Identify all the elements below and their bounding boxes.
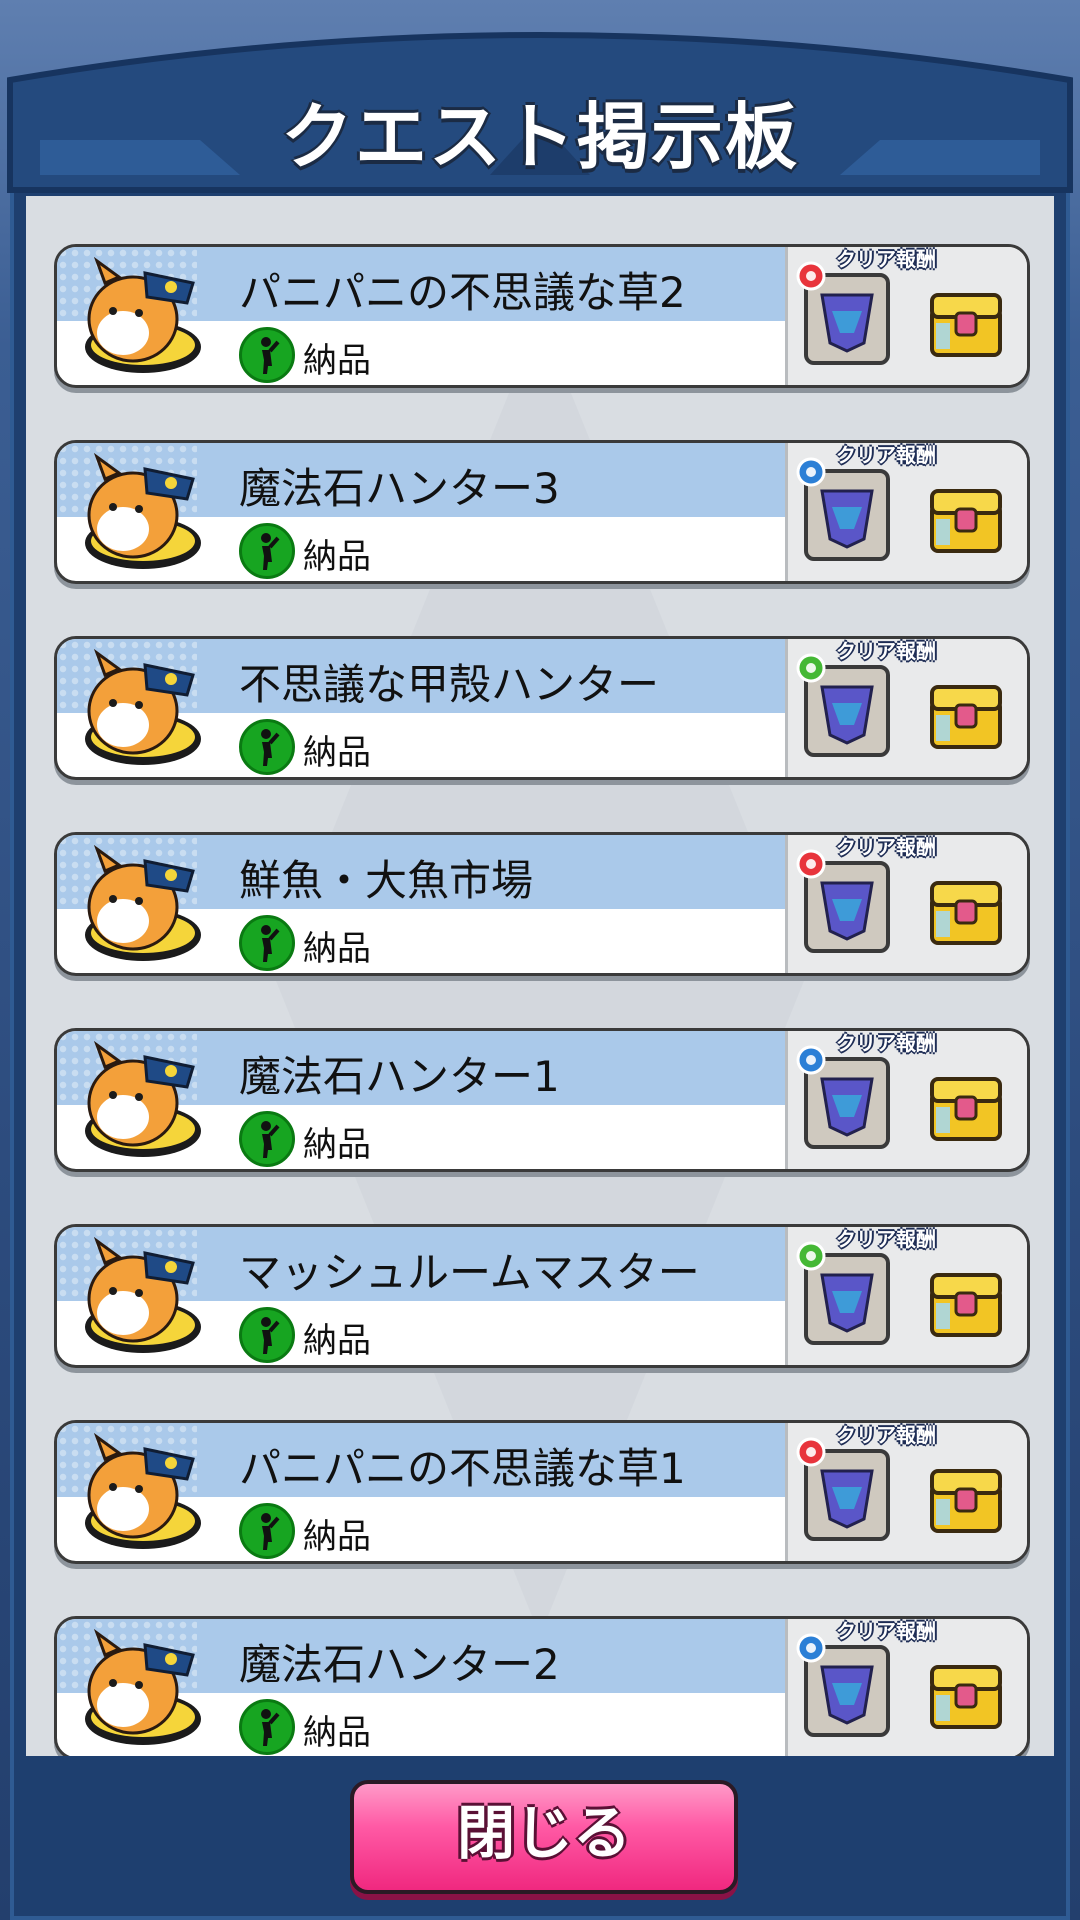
element-icon <box>796 1437 826 1467</box>
quest-name: 魔法石ハンター1 <box>239 1052 560 1101</box>
delivery-person-icon <box>239 523 295 579</box>
quest-name: 魔法石ハンター3 <box>239 464 560 513</box>
quest-giver-avatar-icon <box>85 1628 201 1745</box>
quest-name: パニパニの不思議な草1 <box>239 1444 686 1493</box>
treasure-chest-icon <box>930 881 1002 945</box>
reward-label: クリア報酬 <box>836 1031 936 1055</box>
quest-type-label: 納品 <box>303 929 371 969</box>
delivery-person-icon <box>239 1111 295 1167</box>
quest-list[interactable]: パニパニの不思議な草2 納品 クリア報酬 魔法石ハンター3 納品 クリア報酬 不… <box>26 196 1054 1756</box>
quest-giver-avatar-icon <box>85 844 201 961</box>
reward-panel: クリア報酬 <box>785 1619 1027 1756</box>
header: クエスト掲示板 <box>0 0 1080 200</box>
delivery-person-icon <box>239 719 295 775</box>
element-icon <box>796 1633 826 1663</box>
element-icon <box>796 261 826 291</box>
treasure-chest-icon <box>930 293 1002 357</box>
element-icon <box>796 849 826 879</box>
quest-card[interactable]: マッシュルームマスター 納品 クリア報酬 <box>54 1224 1030 1368</box>
quest-name: 不思議な甲殻ハンター <box>239 660 660 709</box>
element-icon <box>796 1045 826 1075</box>
delivery-person-icon <box>239 915 295 971</box>
quest-giver-avatar-icon <box>85 648 201 765</box>
quest-card[interactable]: 鮮魚・大魚市場 納品 クリア報酬 <box>54 832 1030 976</box>
treasure-chest-icon <box>930 685 1002 749</box>
quest-name: 魔法石ハンター2 <box>239 1640 560 1689</box>
quest-card[interactable]: 不思議な甲殻ハンター 納品 クリア報酬 <box>54 636 1030 780</box>
quest-giver-avatar-icon <box>85 1236 201 1353</box>
reward-panel: クリア報酬 <box>785 1031 1027 1169</box>
quest-type-label: 納品 <box>303 1713 371 1753</box>
page-title: クエスト掲示板 <box>280 95 799 179</box>
quest-name: パニパニの不思議な草2 <box>239 268 686 317</box>
element-icon <box>796 457 826 487</box>
quest-card[interactable]: パニパニの不思議な草2 納品 クリア報酬 <box>54 244 1030 388</box>
element-icon <box>796 653 826 683</box>
quest-card[interactable]: パニパニの不思議な草1 納品 クリア報酬 <box>54 1420 1030 1564</box>
reward-label: クリア報酬 <box>836 1619 936 1643</box>
delivery-person-icon <box>239 1307 295 1363</box>
reward-label: クリア報酬 <box>836 443 936 467</box>
reward-panel: クリア報酬 <box>785 639 1027 777</box>
quest-type-label: 納品 <box>303 1125 371 1165</box>
reward-label: クリア報酬 <box>836 1227 936 1251</box>
quest-name: マッシュルームマスター <box>239 1248 700 1297</box>
delivery-person-icon <box>239 1699 295 1755</box>
reward-panel: クリア報酬 <box>785 1227 1027 1365</box>
footer: 閉じる <box>0 1770 1080 1920</box>
quest-type-label: 納品 <box>303 1321 371 1361</box>
treasure-chest-icon <box>930 489 1002 553</box>
quest-giver-avatar-icon <box>85 256 201 373</box>
quest-name: 鮮魚・大魚市場 <box>239 856 534 905</box>
quest-giver-avatar-icon <box>85 452 201 569</box>
quest-card[interactable]: 魔法石ハンター2 納品 クリア報酬 <box>54 1616 1030 1756</box>
reward-panel: クリア報酬 <box>785 247 1027 385</box>
reward-label: クリア報酬 <box>836 835 936 859</box>
element-icon <box>796 1241 826 1271</box>
quest-giver-avatar-icon <box>85 1040 201 1157</box>
quest-giver-avatar-icon <box>85 1432 201 1549</box>
quest-type-label: 納品 <box>303 1517 371 1557</box>
close-button[interactable]: 閉じる <box>350 1780 738 1894</box>
delivery-person-icon <box>239 327 295 383</box>
treasure-chest-icon <box>930 1469 1002 1533</box>
reward-panel: クリア報酬 <box>785 1423 1027 1561</box>
quest-type-label: 納品 <box>303 341 371 381</box>
treasure-chest-icon <box>930 1273 1002 1337</box>
quest-type-label: 納品 <box>303 537 371 577</box>
reward-panel: クリア報酬 <box>785 835 1027 973</box>
treasure-chest-icon <box>930 1077 1002 1141</box>
delivery-person-icon <box>239 1503 295 1559</box>
reward-panel: クリア報酬 <box>785 443 1027 581</box>
quest-type-label: 納品 <box>303 733 371 773</box>
reward-label: クリア報酬 <box>836 247 936 271</box>
quest-card[interactable]: 魔法石ハンター3 納品 クリア報酬 <box>54 440 1030 584</box>
quest-card[interactable]: 魔法石ハンター1 納品 クリア報酬 <box>54 1028 1030 1172</box>
reward-label: クリア報酬 <box>836 1423 936 1447</box>
reward-label: クリア報酬 <box>836 639 936 663</box>
treasure-chest-icon <box>930 1665 1002 1729</box>
